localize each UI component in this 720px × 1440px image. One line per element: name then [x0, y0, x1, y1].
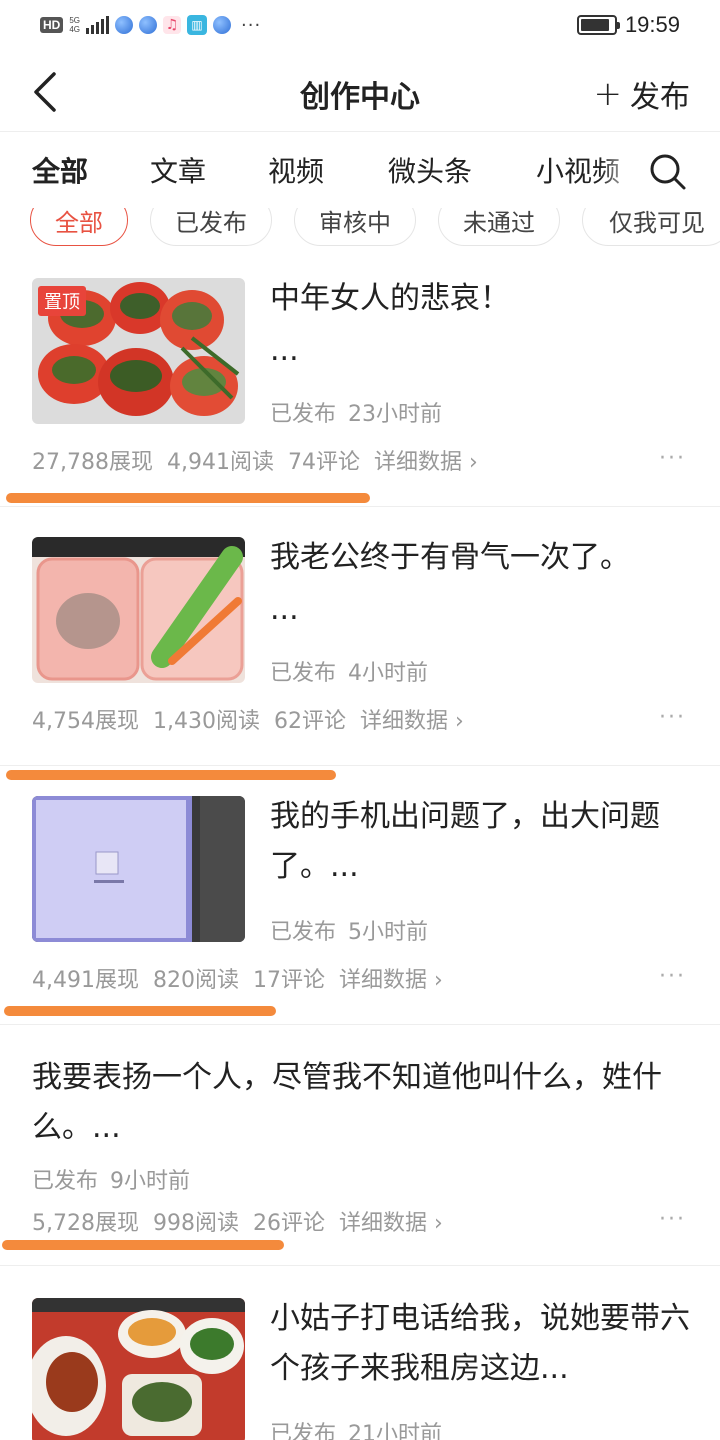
more-options-icon[interactable]: ··· [659, 1207, 686, 1232]
more-options-icon[interactable]: ··· [659, 446, 686, 471]
article-title: 小姑子打电话给我，说她要带六个孩子来我租房这边... [270, 1301, 690, 1386]
article-thumbnail [32, 796, 245, 942]
article-item[interactable]: 我老公终于有骨气一次了。 ... 已发布 4小时前 4,754展现 1,430阅读 6… [0, 507, 720, 780]
book-app-icon: ▥ [187, 15, 208, 35]
article-stats: 4,754展现 1,430阅读 62评论 详细数据 › [32, 703, 478, 735]
article-thumbnail: 置顶 [32, 278, 245, 424]
reads: 1,430阅读 [152, 709, 260, 734]
filter-under-review[interactable]: 审核中 [294, 208, 416, 246]
article-title: 中年女人的悲哀！ [270, 281, 510, 316]
article-status: 已发布 21小时前 [270, 1416, 442, 1440]
content-tabs: 全部 文章 视频 微头条 小视频 [0, 132, 720, 208]
network-type: 5G 4G [69, 16, 80, 34]
app-notification-icon [139, 16, 158, 34]
publish-time: 5小时前 [348, 920, 429, 945]
impressions: 4,491展现 [32, 968, 139, 993]
status-right: 19:59 [576, 10, 680, 40]
pinned-badge: 置顶 [38, 286, 86, 316]
tab-fade [600, 132, 640, 208]
publish-label: 发布 [630, 80, 690, 115]
article-item[interactable]: 我要表扬一个人，尽管我不知道他叫什么，姓什么。... 已发布 9小时前 5,728… [0, 1025, 720, 1265]
status-left: HD 5G 4G ♫ ▥ ··· [40, 12, 261, 38]
highlight-underline [4, 1006, 276, 1016]
highlight-underline [2, 1240, 284, 1250]
filter-rejected[interactable]: 未通过 [438, 208, 560, 246]
article-status: 已发布 5小时前 [270, 914, 428, 946]
hd-indicator: HD [40, 17, 64, 33]
more-notifications-icon: ··· [241, 14, 262, 36]
details-link[interactable]: 详细数据 › [374, 450, 478, 475]
status-text: 已发布 [270, 1422, 337, 1440]
highlight-underline [6, 493, 370, 503]
publish-button[interactable]: + 发布 [594, 72, 691, 116]
impressions: 27,788展现 [32, 450, 153, 475]
status-text: 已发布 [270, 920, 337, 945]
battery-icon [576, 15, 620, 35]
details-link[interactable]: 详细数据 › [360, 709, 464, 734]
comments: 74评论 [287, 450, 360, 475]
tab-micro-posts[interactable]: 微头条 [388, 150, 472, 190]
article-item[interactable]: 我的手机出问题了，出大问题了。... 已发布 5小时前 4,491展现 820阅读 1… [0, 766, 720, 1024]
reads: 4,941阅读 [166, 450, 274, 475]
app-notification-icon [213, 16, 232, 34]
tab-articles[interactable]: 文章 [150, 150, 206, 190]
signal-icon [86, 16, 110, 34]
network-sub-label: 4G [69, 25, 81, 34]
tab-videos[interactable]: 视频 [268, 150, 324, 190]
article-thumbnail [32, 1298, 245, 1440]
article-stats: 27,788展现 4,941阅读 74评论 详细数据 › [32, 444, 492, 476]
more-options-icon[interactable]: ··· [659, 705, 686, 730]
filter-chips: 全部 已发布 审核中 未通过 仅我可见 [0, 208, 720, 248]
comments: 26评论 [252, 1211, 325, 1236]
article-status: 已发布 4小时前 [270, 655, 428, 687]
app-notification-icon [115, 16, 134, 34]
article-title: 我要表扬一个人，尽管我不知道他叫什么，姓什么。... [32, 1060, 662, 1145]
article-status: 已发布 9小时前 [32, 1163, 190, 1195]
status-text: 已发布 [270, 402, 337, 427]
reads: 820阅读 [152, 968, 239, 993]
reads: 998阅读 [152, 1211, 239, 1236]
article-thumbnail [32, 537, 245, 683]
network-label: 5G [69, 16, 81, 25]
details-link[interactable]: 详细数据 › [339, 1211, 443, 1236]
publish-time: 9小时前 [110, 1169, 191, 1194]
comments: 62评论 [273, 709, 346, 734]
search-icon [650, 154, 686, 190]
more-options-icon[interactable]: ··· [659, 964, 686, 989]
status-text: 已发布 [32, 1169, 99, 1194]
tab-all[interactable]: 全部 [32, 150, 88, 190]
music-app-icon: ♫ [163, 16, 182, 34]
article-status: 已发布 23小时前 [270, 396, 442, 428]
details-link[interactable]: 详细数据 › [339, 968, 443, 993]
filter-private[interactable]: 仅我可见 [582, 208, 720, 246]
article-title-ellipsis: ... [270, 333, 299, 368]
search-button[interactable] [648, 152, 688, 192]
article-title: 我的手机出问题了，出大问题了。... [270, 799, 660, 884]
article-stats: 5,728展现 998阅读 26评论 详细数据 › [32, 1205, 457, 1237]
comments: 17评论 [252, 968, 325, 993]
filter-all[interactable]: 全部 [30, 208, 128, 246]
status-text: 已发布 [270, 661, 337, 686]
article-title-ellipsis: ... [270, 592, 299, 627]
publish-time: 23小时前 [348, 402, 443, 427]
clock: 19:59 [624, 12, 680, 37]
impressions: 5,728展现 [32, 1211, 139, 1236]
filter-published[interactable]: 已发布 [150, 208, 272, 246]
article-title: 我老公终于有骨气一次了。 [270, 540, 630, 575]
publish-time: 21小时前 [348, 1422, 443, 1440]
article-stats: 4,491展现 820阅读 17评论 详细数据 › [32, 962, 457, 994]
status-bar: HD 5G 4G ♫ ▥ ··· 19:59 [0, 0, 720, 50]
plus-icon: + [593, 74, 623, 114]
header: 创作中心 + 发布 [0, 50, 720, 132]
publish-time: 4小时前 [348, 661, 429, 686]
impressions: 4,754展现 [32, 709, 139, 734]
article-item[interactable]: 置顶 中年女人的悲哀！ ... 已发布 23小时前 27,788展现 4,941阅读… [0, 248, 720, 506]
article-item[interactable]: 小姑子打电话给我，说她要带六个孩子来我租房这边... 已发布 21小时前 [0, 1266, 720, 1440]
